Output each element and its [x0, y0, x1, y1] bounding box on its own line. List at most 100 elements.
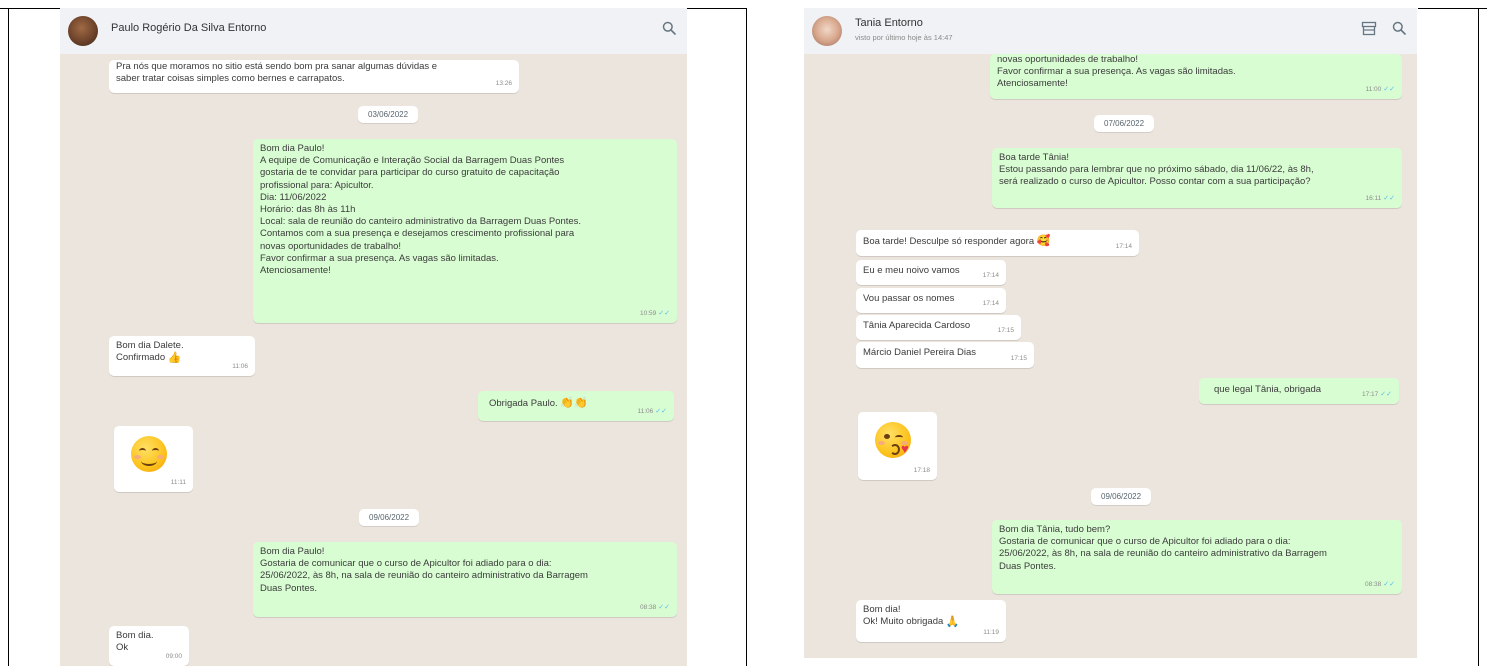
thumbs-up-icon: 👍	[167, 351, 182, 364]
message-text: Boa tarde Tânia!	[999, 152, 1070, 163]
message-text: Favor confirmar a sua presença. As vagas…	[260, 252, 499, 264]
message-text: Bom dia.	[116, 630, 154, 641]
message-text: Bom dia Paulo!	[260, 546, 325, 557]
contact-name[interactable]: Paulo Rogério Da Silva Entorno	[111, 22, 266, 34]
message-text: Duas Pontes.	[999, 560, 1057, 572]
message-time: 17:17 ✓✓	[1362, 389, 1392, 401]
frame-top-line-right	[1418, 8, 1487, 9]
message-text: Eu e meu noivo vamos	[863, 265, 960, 276]
message-text: Bom dia Paulo!	[260, 143, 325, 154]
last-seen-status: visto por último hoje às 14:47	[855, 33, 953, 42]
message-time: 09:00	[165, 652, 182, 660]
message-bubble[interactable]: Eu e meu noivo vamos 17:14	[856, 260, 1006, 285]
search-icon[interactable]	[659, 21, 679, 41]
frame-center-divider	[746, 8, 747, 666]
message-time: 08:38 ✓✓	[640, 602, 670, 614]
message-bubble[interactable]: Bom dia Paulo! A equipe de Comunicação e…	[253, 139, 677, 323]
message-time-text: 11:00	[1365, 85, 1382, 93]
message-bubble[interactable]: Bom dia. Ok 09:00	[109, 626, 189, 666]
avatar[interactable]	[68, 16, 98, 46]
left-chat-header[interactable]: Paulo Rogério Da Silva Entorno	[60, 8, 687, 54]
message-text: novas oportunidades de trabalho!	[997, 54, 1139, 65]
message-text: Dia: 11/06/2022	[260, 191, 327, 203]
message-text: Contamos com a sua presença e desejamos …	[260, 228, 575, 240]
message-bubble[interactable]: Bom dia Dalete. Confirmado 👍 11:06	[109, 336, 255, 376]
message-text: Márcio Daniel Pereira Dias	[863, 347, 976, 358]
clapping-hands-icon: 👏👏	[560, 397, 588, 410]
message-bubble[interactable]: novas oportunidades de trabalho! Favor c…	[990, 54, 1402, 99]
folded-hands-icon: 🙏	[945, 615, 960, 628]
message-text: Gostaria de comunicar que o curso de Api…	[260, 558, 552, 570]
message-text: Atenciosamente!	[260, 265, 331, 277]
avatar[interactable]	[812, 16, 842, 46]
date-separator: 03/06/2022	[358, 106, 419, 123]
message-time-text: 17:17	[1361, 390, 1379, 398]
contact-name[interactable]: Tania Entorno	[855, 17, 923, 29]
message-text: Horário: das 8h às 11h	[260, 204, 356, 216]
message-time: 11:19	[983, 628, 999, 636]
double-check-icon: ✓✓	[655, 407, 667, 415]
frame-right-border	[1478, 8, 1479, 666]
message-time: 17:14	[982, 299, 999, 307]
message-bubble[interactable]: que legal Tânia, obrigada 17:17 ✓✓	[1199, 378, 1399, 404]
message-text: Favor confirmar a sua presença. As vagas…	[997, 66, 1236, 78]
frame-left-border	[8, 8, 9, 666]
date-separator: 07/06/2022	[1094, 115, 1155, 132]
message-time: 17:18	[913, 466, 930, 474]
message-bubble[interactable]: Bom dia Paulo! Gostaria de comunicar que…	[253, 542, 677, 617]
message-text: novas oportunidades de trabalho!	[260, 240, 402, 252]
store-icon[interactable]	[1359, 21, 1379, 41]
message-bubble[interactable]: Obrigada Paulo. 👏👏 11:06 ✓✓	[478, 391, 674, 421]
emoji-message[interactable]: ♥ 17:18	[858, 412, 937, 480]
message-bubble[interactable]: Boa tarde! Desculpe só responder agora 🥰…	[856, 230, 1139, 256]
message-time: 17:15	[1010, 354, 1027, 362]
message-bubble[interactable]: Bom dia Tânia, tudo bem? Gostaria de com…	[992, 520, 1402, 594]
message-bubble[interactable]: Pra nós que moramos no sitio está sendo …	[109, 60, 519, 93]
message-text: Local: sala de reunião do canteiro admin…	[260, 216, 582, 228]
message-text: será realizado o curso de Apicultor. Pos…	[999, 176, 1311, 188]
message-time-text: 08:38	[1364, 580, 1382, 588]
message-text: profissional para: Apicultor.	[260, 179, 374, 191]
message-time: 16:11 ✓✓	[1365, 193, 1395, 205]
search-icon[interactable]	[1389, 21, 1409, 41]
message-text: Duas Pontes.	[260, 582, 318, 594]
smiling-face-with-hearts-icon: 🥰	[1036, 235, 1051, 248]
message-time: 17:15	[997, 326, 1014, 334]
message-time: 11:06 ✓✓	[637, 406, 667, 418]
frame-top-line-left	[0, 8, 60, 9]
message-time: 11:06	[232, 362, 248, 370]
double-check-icon: ✓✓	[658, 603, 670, 611]
emoji-message[interactable]: 11:11	[114, 426, 193, 492]
message-time: 17:14	[982, 271, 999, 279]
message-time: 17:14	[1115, 242, 1132, 250]
message-text: saber tratar coisas simples como bernes …	[116, 73, 345, 85]
message-time: 08:38 ✓✓	[1365, 579, 1395, 591]
message-time-text: 08:38	[639, 603, 657, 611]
message-time: 11:11	[170, 478, 186, 486]
right-chat-panel: Tania Entorno visto por último hoje às 1…	[804, 8, 1417, 658]
left-chat-panel: Paulo Rogério Da Silva Entorno Pra nós q…	[60, 8, 687, 666]
message-text: Atenciosamente!	[997, 78, 1068, 90]
double-check-icon: ✓✓	[658, 309, 670, 317]
message-time-text: 10:59	[639, 309, 657, 317]
message-text: Ok! Muito obrigada	[863, 616, 944, 628]
message-text: 25/06/2022, às 8h, na sala de reunião do…	[999, 548, 1327, 560]
message-text: Obrigada Paulo.	[489, 398, 558, 409]
message-time: 13:26	[495, 79, 512, 87]
message-text: Bom dia Tânia, tudo bem?	[999, 524, 1111, 535]
message-text: Bom dia Dalete.	[116, 340, 184, 351]
message-time: 10:59 ✓✓	[640, 308, 670, 320]
message-bubble[interactable]: Bom dia! Ok! Muito obrigada 🙏 11:19	[856, 600, 1006, 642]
smiling-face-icon	[131, 436, 167, 472]
message-bubble[interactable]: Boa tarde Tânia! Estou passando para lem…	[992, 148, 1402, 208]
message-bubble[interactable]: Tânia Aparecida Cardoso 17:15	[856, 315, 1021, 340]
message-bubble[interactable]: Vou passar os nomes 17:14	[856, 288, 1006, 313]
message-text: Estou passando para lembrar que no próxi…	[999, 164, 1314, 176]
message-text: Gostaria de comunicar que o curso de Api…	[999, 536, 1291, 548]
message-bubble[interactable]: Márcio Daniel Pereira Dias 17:15	[856, 342, 1034, 368]
message-text: 25/06/2022, às 8h, na sala de reunião do…	[260, 570, 588, 582]
right-chat-header[interactable]: Tania Entorno visto por último hoje às 1…	[804, 8, 1417, 54]
frame-top-line-mid	[687, 8, 747, 9]
date-separator: 09/06/2022	[1091, 488, 1152, 505]
message-text: Bom dia!	[863, 604, 901, 615]
